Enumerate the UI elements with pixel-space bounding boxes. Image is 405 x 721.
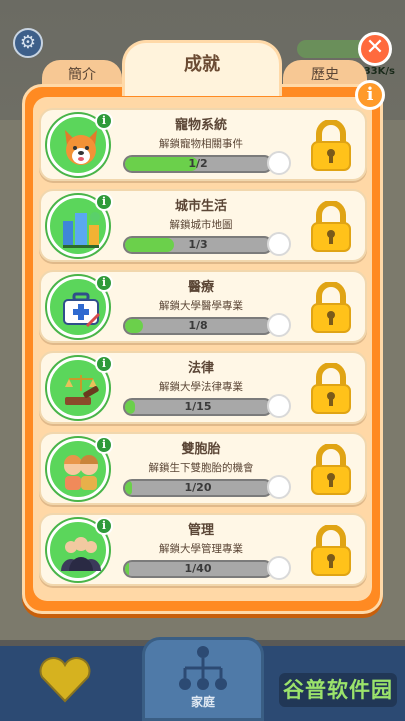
lock-icon[interactable] (309, 201, 353, 253)
smiley-face-icon (267, 475, 291, 499)
watermark: 谷普软件园 (279, 673, 397, 707)
family-tab-label: 家庭 (190, 695, 215, 709)
smiley-face-icon (267, 151, 291, 175)
achievement-progress-bar: 1/8 (123, 317, 273, 335)
heart-icon[interactable] (38, 657, 92, 703)
achievement-title: 寵物系統 (174, 118, 227, 133)
settings-gear-icon[interactable]: ⚙ (13, 28, 43, 58)
city-icon (63, 212, 100, 248)
lock-icon[interactable] (309, 444, 353, 496)
achievement-card-pet: i 寵物系統 解鎖寵物相關事件 1/2 (39, 108, 367, 181)
achievement-card-management: i 管理 解鎖大學管理專業 1/40 (39, 513, 367, 586)
lock-icon[interactable] (309, 525, 353, 577)
achievement-desc: 解鎖大學法律專業 (159, 381, 243, 393)
achievement-desc: 解鎖大學醫學專業 (159, 300, 243, 312)
achievement-progress-bar: 1/40 (123, 560, 273, 578)
lock-icon[interactable] (309, 120, 353, 172)
achievement-title: 城市生活 (174, 199, 227, 214)
achievement-desc: 解鎖生下雙胞胎的機會 (148, 462, 254, 474)
achievement-card-twins: i 雙胞胎 解鎖生下雙胞胎的機會 1/20 (39, 432, 367, 505)
tab-achievements[interactable]: 成就 (122, 40, 282, 96)
people-icon (61, 537, 101, 571)
smiley-face-icon (267, 232, 291, 256)
bottom-nav-bar: 家庭 谷普软件园 (0, 637, 405, 721)
achievement-progress-bar: 1/15 (123, 398, 273, 416)
achievement-desc: 解鎖寵物相關事件 (159, 138, 243, 150)
medical-kit-icon (63, 292, 101, 328)
achievement-info-icon[interactable]: i (95, 112, 113, 130)
lock-icon[interactable] (309, 363, 353, 415)
progress-text: 1/3 (188, 238, 208, 251)
achievement-info-icon[interactable]: i (95, 355, 113, 373)
achievement-card-city: i 城市生活 解鎖城市地圖 1/3 (39, 189, 367, 262)
family-tab[interactable]: 家庭 (142, 637, 264, 721)
family-tree-icon (179, 646, 227, 690)
achievement-card-law: i 法律 解鎖大學法律專業 1/15 (39, 351, 367, 424)
achievement-title: 雙胞胎 (181, 442, 221, 457)
achievement-title: 法律 (187, 361, 214, 376)
achievement-info-icon[interactable]: i (95, 436, 113, 454)
progress-text: 1/8 (188, 319, 208, 332)
achievement-title: 管理 (187, 523, 214, 538)
smiley-face-icon (267, 394, 291, 418)
coins-pill (297, 40, 367, 58)
gavel-scales-icon (65, 375, 99, 405)
achievement-progress-bar: 1/20 (123, 479, 273, 497)
info-button[interactable]: i (355, 80, 385, 110)
smiley-face-icon (267, 313, 291, 337)
progress-text: 1/20 (184, 481, 212, 494)
achievement-progress-bar: 1/3 (123, 236, 273, 254)
income-rate: 33K/s (363, 66, 395, 77)
achievement-card-medical: i 醫療 解鎖大學醫學專業 1/8 (39, 270, 367, 343)
lock-icon[interactable] (309, 282, 353, 334)
achievement-progress-bar: 1/2 (123, 155, 273, 173)
progress-text: 1/2 (188, 157, 208, 170)
close-button[interactable]: ✕ (358, 32, 392, 66)
achievement-info-icon[interactable]: i (95, 193, 113, 211)
corgi-icon (65, 130, 97, 165)
achievement-info-icon[interactable]: i (95, 517, 113, 535)
achievement-title: 醫療 (187, 280, 214, 295)
progress-text: 1/15 (184, 400, 212, 413)
twins-icon (64, 455, 98, 490)
progress-text: 1/40 (184, 562, 212, 575)
smiley-face-icon (267, 556, 291, 580)
achievement-desc: 解鎖大學管理專業 (159, 543, 243, 555)
achievement-info-icon[interactable]: i (95, 274, 113, 292)
achievement-desc: 解鎖城市地圖 (169, 219, 233, 231)
